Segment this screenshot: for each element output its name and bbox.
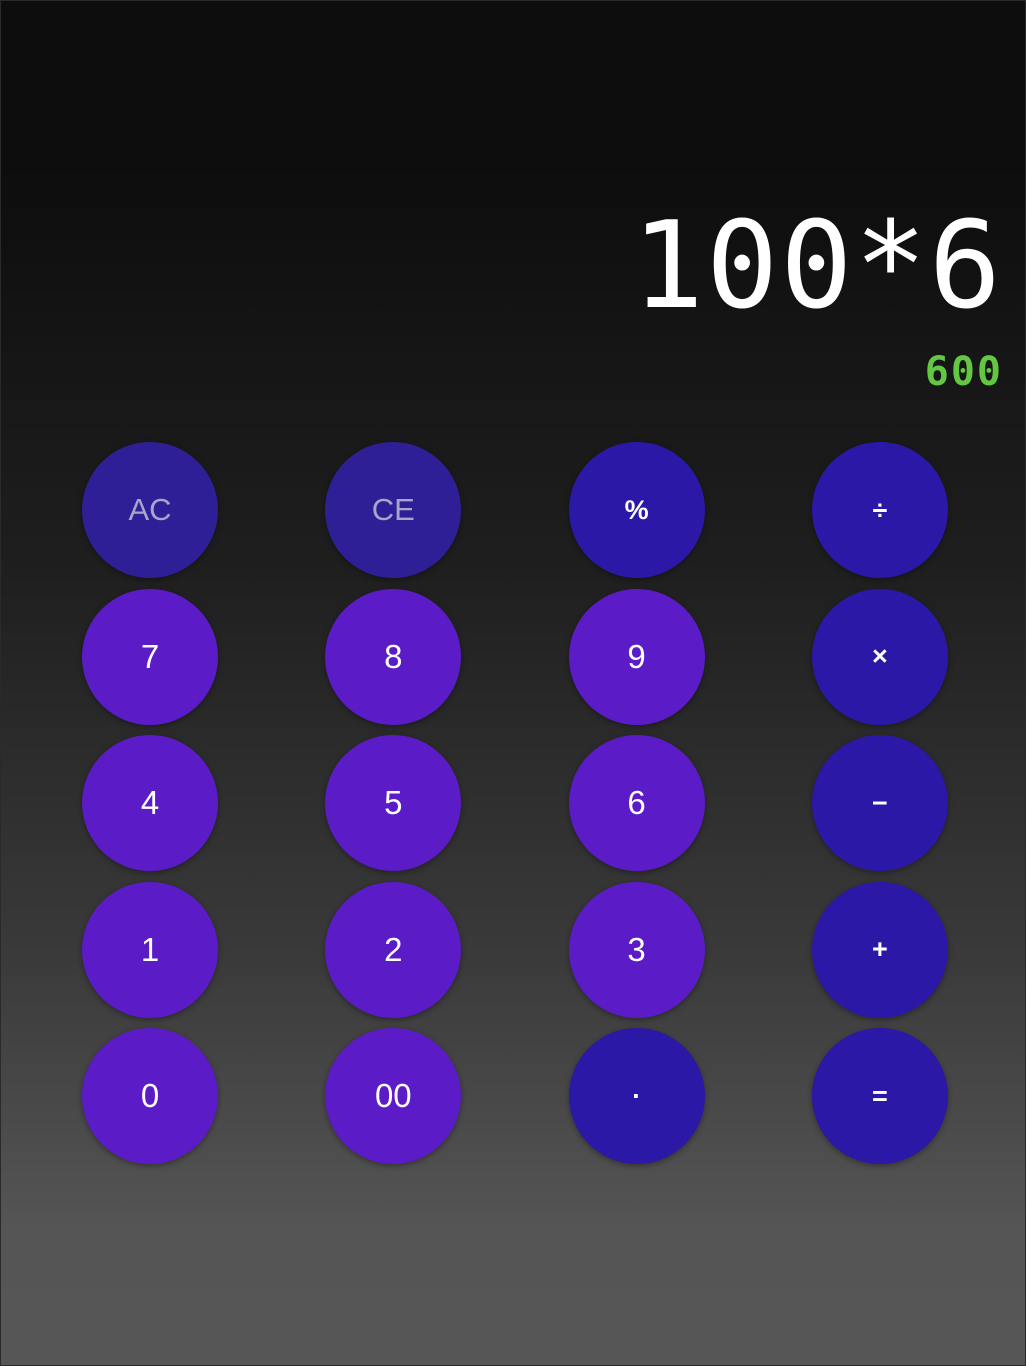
digit-1-button[interactable]: 1	[82, 881, 218, 1018]
multiply-button[interactable]: ×	[811, 588, 948, 725]
divide-button[interactable]: ÷	[811, 442, 948, 578]
result-display: 600	[924, 349, 1003, 395]
digit-9-button[interactable]: 9	[568, 588, 705, 725]
double-zero-button[interactable]: 00	[325, 1028, 462, 1164]
all-clear-button[interactable]: AC	[82, 442, 218, 578]
keypad: AC CE % ÷ 7 8 9 × 4 5 6 − 1 2 3 + 0 00 ·…	[82, 442, 948, 1166]
digit-6-button[interactable]: 6	[568, 735, 705, 871]
decimal-button[interactable]: ·	[568, 1028, 705, 1164]
digit-8-button[interactable]: 8	[325, 588, 462, 725]
minus-button[interactable]: −	[811, 735, 948, 871]
equals-button[interactable]: =	[811, 1028, 948, 1164]
plus-button[interactable]: +	[811, 881, 948, 1018]
digit-3-button[interactable]: 3	[568, 881, 705, 1018]
digit-7-button[interactable]: 7	[82, 588, 218, 725]
digit-2-button[interactable]: 2	[325, 881, 462, 1018]
digit-5-button[interactable]: 5	[325, 735, 462, 871]
digit-0-button[interactable]: 0	[82, 1028, 218, 1164]
digit-4-button[interactable]: 4	[82, 735, 218, 871]
clear-entry-button[interactable]: CE	[325, 442, 462, 578]
app-frame: 100*6 600 AC CE % ÷ 7 8 9 × 4 5 6 − 1 2 …	[0, 0, 1026, 1366]
percent-button[interactable]: %	[568, 442, 705, 578]
expression-display: 100*6	[631, 197, 1003, 336]
